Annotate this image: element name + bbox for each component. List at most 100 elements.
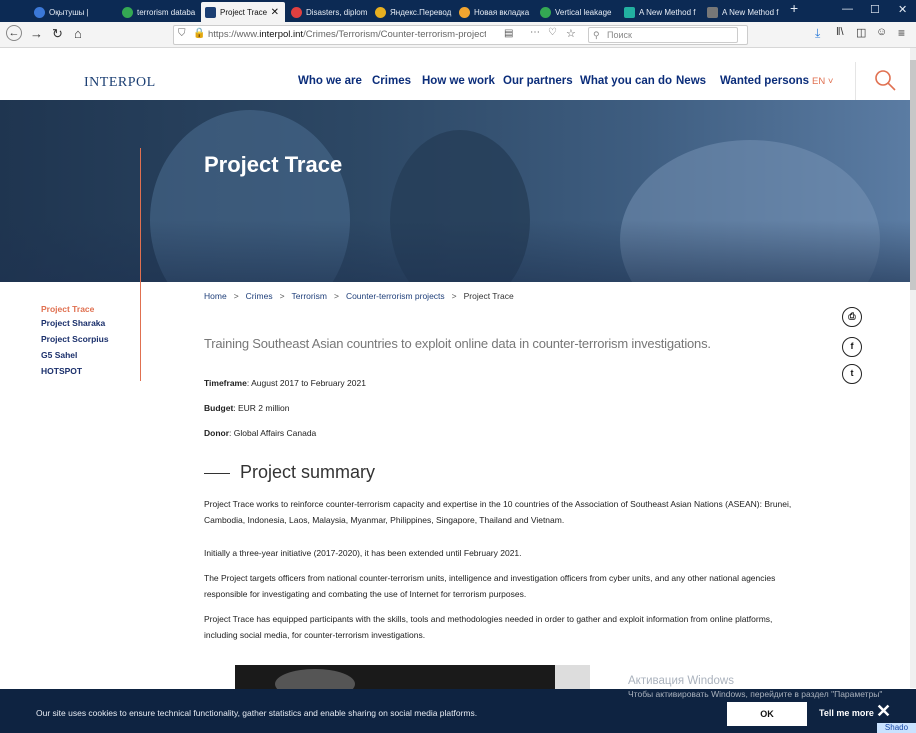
browser-tab[interactable]: Новая вкладка (455, 2, 535, 22)
menu-icon[interactable]: ≡ (898, 26, 905, 40)
browser-tab-active[interactable]: Project Trace ✕ (201, 2, 285, 22)
tab-favicon-icon (291, 6, 302, 18)
tab-label: Project Trace (220, 7, 268, 17)
header-divider (855, 62, 856, 102)
shield-icon: ⛉ (178, 28, 186, 39)
sidemenu-project-trace[interactable]: Project Trace (41, 304, 94, 314)
tab-label: Оқытушы | (49, 7, 89, 17)
tab-close-icon[interactable]: ✕ (271, 7, 279, 18)
breadcrumb-current: Project Trace (463, 291, 514, 301)
library-icon[interactable]: ‖\ (836, 26, 844, 38)
page-actions-icon[interactable]: ⋯ (530, 27, 540, 38)
download-icon[interactable]: ⤓ (815, 26, 820, 41)
breadcrumb-terrorism[interactable]: Terrorism (292, 291, 327, 301)
nav-news[interactable]: News (676, 75, 706, 87)
nav-crimes[interactable]: Crimes (372, 75, 411, 87)
cookie-ok-button[interactable]: OK (727, 702, 807, 726)
breadcrumb-separator: > (451, 291, 457, 301)
lead-text: Training Southeast Asian countries to ex… (204, 336, 711, 351)
browser-tab[interactable]: terrorism databa (118, 2, 200, 22)
page-scrollbar-thumb[interactable] (910, 60, 916, 290)
hero-banner (0, 100, 910, 282)
summary-heading: Project summary (204, 462, 375, 483)
browser-tab[interactable]: A New Method f (620, 2, 702, 22)
donor: Donor: Global Affairs Canada (204, 428, 316, 438)
window-close-icon[interactable]: ✕ (898, 3, 907, 16)
tab-favicon-icon (375, 6, 386, 18)
breadcrumb: Home > Crimes > Terrorism > Counter-terrorism … (204, 291, 514, 301)
tab-favicon-icon (205, 6, 216, 18)
print-icon[interactable]: ⎙ (842, 307, 862, 327)
cookie-tell-more-link[interactable]: Tell me more (819, 708, 874, 718)
timeframe-label: Timeframe (204, 378, 247, 388)
donor-value: : Global Affairs Canada (229, 428, 317, 438)
accent-line (140, 148, 141, 381)
lock-icon: 🔒 (193, 28, 206, 39)
tab-label: Новая вкладка (474, 7, 530, 17)
shado-badge: Shado (877, 723, 916, 733)
minimize-icon[interactable]: — (842, 3, 853, 15)
tab-favicon-icon (707, 6, 718, 18)
account-icon[interactable]: ☺ (876, 26, 887, 38)
nav-wanted-persons[interactable]: Wanted persons (720, 75, 809, 87)
sidebar-icon[interactable]: ◫ (856, 26, 866, 39)
tab-favicon-icon (122, 6, 133, 18)
site-search-icon[interactable] (873, 68, 897, 92)
donor-label: Donor (204, 428, 230, 438)
nav-how-we-work[interactable]: How we work (422, 75, 495, 87)
sidemenu-project-scorpius[interactable]: Project Scorpius (41, 334, 109, 344)
browser-nav-bar: ← → ↻ ⌂ ⛉ 🔒 https://www.interpol.int/Cri… (0, 22, 916, 48)
sidemenu-g5-sahel[interactable]: G5 Sahel (41, 350, 77, 360)
url-prefix: https://www. (208, 29, 260, 40)
browser-tab[interactable]: Vertical leakage (536, 2, 620, 22)
breadcrumb-crimes[interactable]: Crimes (246, 291, 273, 301)
reload-icon[interactable]: ↻ (52, 26, 63, 42)
windows-activation-text: Чтобы активировать Windows, перейдите в … (628, 689, 883, 699)
heading-dash (204, 472, 230, 474)
browser-tab[interactable]: Оқытушы | (30, 2, 116, 22)
content-image-detail (555, 665, 590, 690)
search-placeholder: Поиск (607, 30, 632, 40)
browser-tab[interactable]: A New Method f (703, 2, 785, 22)
reader-view-icon[interactable]: ▤ (504, 28, 513, 39)
new-tab-button[interactable]: + (790, 0, 798, 16)
breadcrumb-counter-terrorism-projects[interactable]: Counter-terrorism projects (346, 291, 445, 301)
bookmark-star-icon[interactable]: ☆ (566, 27, 576, 40)
search-icon: ⚲ (593, 30, 600, 40)
tab-favicon-icon (459, 6, 470, 18)
pocket-icon[interactable]: ♡ (548, 27, 557, 38)
cookie-close-icon[interactable]: ✕ (876, 701, 891, 722)
forward-icon[interactable]: → (30, 26, 43, 41)
home-icon[interactable]: ⌂ (74, 26, 82, 41)
twitter-icon[interactable]: t (842, 364, 862, 384)
nav-what-you-can-do[interactable]: What you can do (580, 75, 672, 87)
timeframe: Timeframe: August 2017 to February 2021 (204, 378, 366, 388)
breadcrumb-separator: > (233, 291, 239, 301)
maximize-icon[interactable]: ☐ (870, 3, 880, 16)
language-selector[interactable]: EN ˅ (812, 76, 833, 87)
timeframe-value: : August 2017 to February 2021 (246, 378, 366, 388)
content-image-detail (275, 669, 355, 690)
browser-tab[interactable]: Disasters, diplom (287, 2, 371, 22)
windows-activation-title: Активация Windows (628, 675, 734, 687)
hero-photo (0, 220, 910, 282)
url-text[interactable]: https://www.interpol.int/Crimes/Terroris… (208, 29, 486, 40)
interpol-logo[interactable]: INTERPOL (84, 75, 156, 91)
url-domain: interpol.int (259, 29, 304, 40)
budget-value: : EUR 2 million (233, 403, 290, 413)
browser-tab[interactable]: Яндекс.Перевод (371, 2, 453, 22)
nav-our-partners[interactable]: Our partners (503, 75, 573, 87)
summary-paragraph: Project Trace works to reinforce counter… (204, 499, 792, 525)
url-bar[interactable]: ⛉ 🔒 https://www.interpol.int/Crimes/Terr… (173, 25, 748, 45)
tab-label: terrorism databa (137, 7, 196, 17)
breadcrumb-home[interactable]: Home (204, 291, 227, 301)
sidemenu-hotspot[interactable]: HOTSPOT (41, 366, 82, 376)
sidemenu-project-sharaka[interactable]: Project Sharaka (41, 318, 105, 328)
search-input[interactable]: ⚲ Поиск (588, 27, 738, 43)
back-icon[interactable]: ← (6, 25, 22, 41)
url-path: /Crimes/Terrorism/Counter-terrorism-proj… (303, 29, 486, 40)
facebook-icon[interactable]: f (842, 337, 862, 357)
content-image (235, 665, 590, 690)
tab-label: A New Method f (722, 7, 779, 17)
nav-who-we-are[interactable]: Who we are (298, 75, 362, 87)
